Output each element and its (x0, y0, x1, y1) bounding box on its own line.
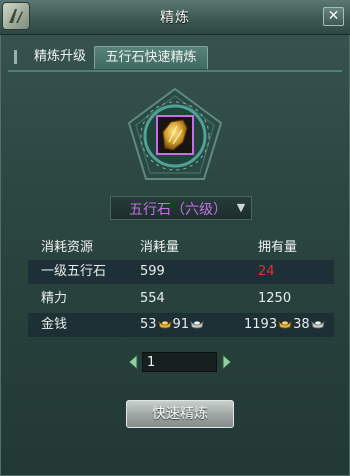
header-resource: 消耗资源 (41, 240, 94, 255)
owned-gold-amount: 1193 (244, 317, 278, 332)
quick-refine-button[interactable]: 快速精炼 (126, 400, 234, 428)
stone-level-select[interactable]: 五行石（六级） ▼ (110, 196, 252, 220)
resource-cost: 599 (140, 264, 165, 279)
resource-cost: 554 (140, 291, 165, 306)
tab-refine-upgrade[interactable]: 精炼升级 (24, 46, 96, 68)
resource-name: 一级五行石 (41, 264, 107, 279)
item-slot[interactable] (125, 86, 225, 186)
resource-owned: 1250 (258, 291, 292, 306)
resource-name: 金钱 (41, 317, 68, 332)
header-cost: 消耗量 (140, 240, 180, 255)
owned-silver-amount: 38 (293, 317, 310, 332)
gold-ingot-icon (157, 320, 172, 329)
stone-level-value: 五行石（六级） (129, 202, 227, 218)
chevron-down-icon[interactable]: ▼ (233, 198, 249, 216)
title-bar[interactable]: 精炼 ✕ (0, 0, 350, 35)
resource-owned: 24 (258, 264, 275, 279)
decrease-arrow-icon[interactable] (127, 354, 139, 370)
header-owned: 拥有量 (258, 240, 298, 255)
table-row: 精力 554 1250 (28, 287, 334, 311)
close-button[interactable]: ✕ (323, 7, 344, 26)
tab-bar-marker (14, 50, 17, 64)
gold-ingot-icon (278, 320, 292, 329)
money-cost: 53 91 (140, 313, 205, 337)
tab-quick-refine[interactable]: 五行石快速精炼 (94, 46, 208, 69)
quantity-input[interactable]: 1 (142, 352, 217, 372)
close-icon: ✕ (327, 8, 340, 24)
table-row: 一级五行石 599 24 (28, 260, 334, 284)
refine-window: 精炼 ✕ 精炼升级 五行石快速精炼 五行石（六级） ▼ 消耗资源 消耗量 拥有量… (0, 0, 350, 476)
silver-ingot-icon (190, 320, 204, 329)
increase-arrow-icon[interactable] (221, 354, 233, 370)
silver-ingot-icon (310, 320, 325, 329)
cost-silver-amount: 91 (172, 317, 190, 332)
wuxing-stone-icon (156, 115, 194, 155)
resource-name: 精力 (41, 291, 68, 306)
money-owned: 1193 38 (244, 313, 326, 337)
table-row: 金钱 53 91 1193 38 (28, 313, 334, 337)
window-title: 精炼 (160, 10, 190, 26)
cost-gold-amount: 53 (140, 317, 157, 332)
tab-bar: 精炼升级 五行石快速精炼 (8, 44, 342, 72)
